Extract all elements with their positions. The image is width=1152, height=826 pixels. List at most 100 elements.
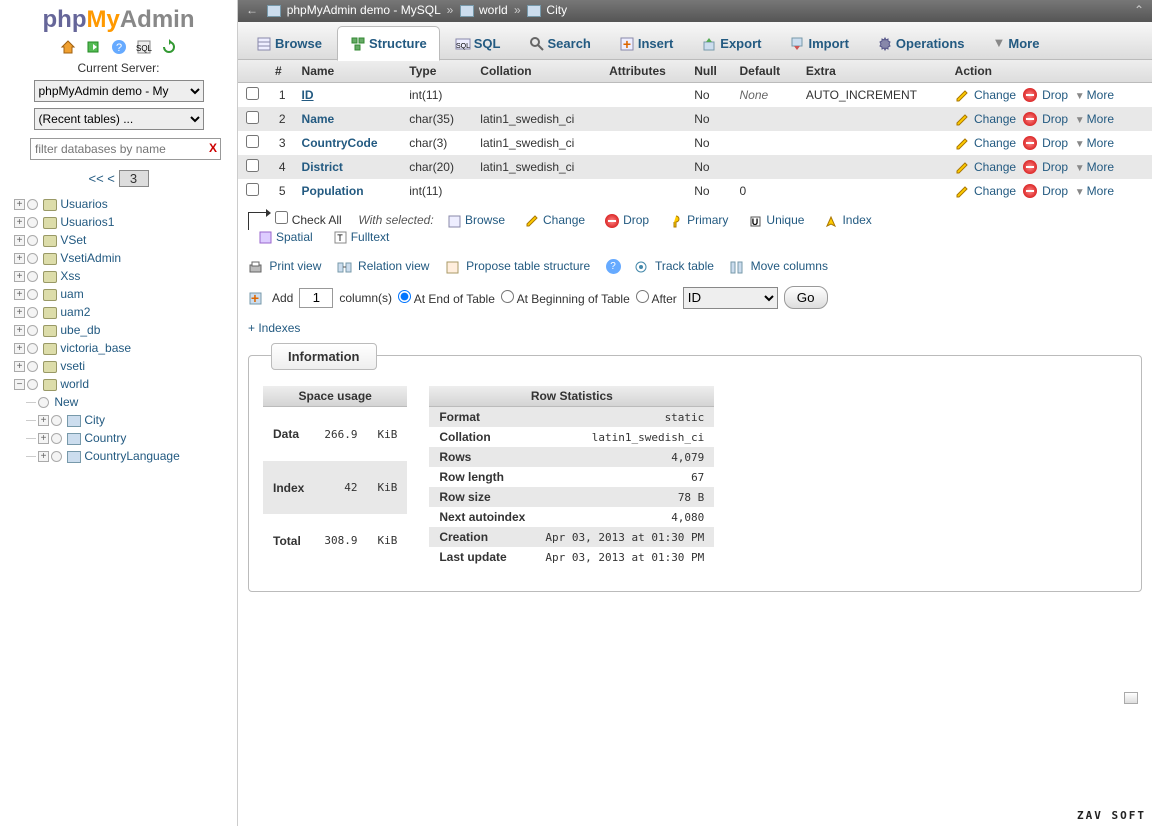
- drop-link[interactable]: Drop: [1042, 184, 1068, 198]
- propose-structure-link[interactable]: Propose table structure: [466, 259, 590, 273]
- server-select[interactable]: phpMyAdmin demo - My: [34, 80, 204, 102]
- db-tree-item[interactable]: + VsetiAdmin: [14, 249, 237, 267]
- selected-spatial[interactable]: Spatial: [258, 230, 313, 245]
- db-tree-item[interactable]: + Usuarios: [14, 195, 237, 213]
- plus-icon[interactable]: +: [38, 415, 49, 426]
- selected-browse[interactable]: Browse: [447, 213, 505, 228]
- tab-more[interactable]: ▼More: [980, 26, 1053, 60]
- breadcrumb-server[interactable]: phpMyAdmin demo - MySQL: [287, 3, 441, 17]
- more-link[interactable]: More: [1087, 160, 1114, 174]
- print-view-link[interactable]: Print view: [269, 259, 321, 273]
- table-tree-item[interactable]: + Country: [38, 429, 237, 447]
- page-select[interactable]: 3: [119, 170, 149, 187]
- more-link[interactable]: More: [1087, 112, 1114, 126]
- page-prev-link[interactable]: << <: [88, 171, 114, 186]
- tab-operations[interactable]: Operations: [864, 26, 978, 61]
- plus-icon[interactable]: +: [38, 451, 49, 462]
- db-tree-item[interactable]: − world: [14, 375, 237, 393]
- more-link[interactable]: More: [1087, 136, 1114, 150]
- db-options-icon[interactable]: [27, 361, 38, 372]
- table-options-icon[interactable]: [51, 415, 62, 426]
- column-name[interactable]: CountryCode: [302, 136, 378, 150]
- change-link[interactable]: Change: [974, 160, 1016, 174]
- selected-fulltext[interactable]: TFulltext: [333, 230, 390, 245]
- check-all[interactable]: [275, 211, 288, 224]
- drop-link[interactable]: Drop: [1042, 112, 1068, 126]
- selected-drop[interactable]: Drop: [605, 213, 649, 228]
- plus-icon[interactable]: +: [14, 253, 25, 264]
- recent-tables-select[interactable]: (Recent tables) ...: [34, 108, 204, 130]
- db-options-icon[interactable]: [27, 289, 38, 300]
- help-icon[interactable]: ?: [606, 259, 621, 274]
- collapse-icon[interactable]: ⌃: [1134, 3, 1144, 17]
- db-tree-item[interactable]: + vseti: [14, 357, 237, 375]
- db-tree-item[interactable]: + Usuarios1: [14, 213, 237, 231]
- plus-icon[interactable]: +: [14, 217, 25, 228]
- more-link[interactable]: More: [1087, 184, 1114, 198]
- after-field-select[interactable]: ID: [683, 287, 778, 309]
- go-button[interactable]: Go: [784, 286, 828, 309]
- tab-export[interactable]: Export: [688, 26, 774, 61]
- row-checkbox[interactable]: [246, 87, 259, 100]
- opt-begin[interactable]: At Beginning of Table: [501, 290, 630, 306]
- move-columns-link[interactable]: Move columns: [751, 259, 828, 273]
- db-options-icon[interactable]: [27, 307, 38, 318]
- plus-icon[interactable]: +: [14, 235, 25, 246]
- db-tree-item[interactable]: + Xss: [14, 267, 237, 285]
- column-name[interactable]: Name: [302, 112, 335, 126]
- table-tree-item[interactable]: New: [38, 393, 237, 411]
- filter-databases-input[interactable]: [30, 138, 221, 160]
- row-checkbox[interactable]: [246, 183, 259, 196]
- change-link[interactable]: Change: [974, 184, 1016, 198]
- table-options-icon[interactable]: [51, 451, 62, 462]
- db-options-icon[interactable]: [27, 217, 38, 228]
- tab-browse[interactable]: Browse: [243, 26, 335, 61]
- breadcrumb-table[interactable]: City: [546, 3, 567, 17]
- change-link[interactable]: Change: [974, 136, 1016, 150]
- db-options-icon[interactable]: [27, 325, 38, 336]
- plus-icon[interactable]: +: [14, 343, 25, 354]
- tab-search[interactable]: Search: [516, 26, 604, 61]
- plus-icon[interactable]: +: [14, 199, 25, 210]
- help-icon[interactable]: ?: [111, 39, 127, 55]
- db-tree-item[interactable]: + ube_db: [14, 321, 237, 339]
- table-options-icon[interactable]: [51, 433, 62, 444]
- reload-icon[interactable]: [161, 39, 177, 55]
- db-options-icon[interactable]: [27, 199, 38, 210]
- column-name[interactable]: Population: [302, 184, 364, 198]
- selected-primary[interactable]: Primary: [669, 213, 728, 228]
- db-options-icon[interactable]: [27, 253, 38, 264]
- selected-unique[interactable]: UUnique: [748, 213, 804, 228]
- breadcrumb-db[interactable]: world: [479, 3, 508, 17]
- relation-view-link[interactable]: Relation view: [358, 259, 429, 273]
- row-checkbox[interactable]: [246, 111, 259, 124]
- logout-icon[interactable]: [85, 39, 101, 55]
- plus-icon[interactable]: +: [38, 433, 49, 444]
- drop-link[interactable]: Drop: [1042, 88, 1068, 102]
- column-name[interactable]: District: [302, 160, 343, 174]
- tab-structure[interactable]: Structure: [337, 26, 440, 61]
- add-count-input[interactable]: [299, 288, 333, 308]
- tab-import[interactable]: Import: [776, 26, 861, 61]
- row-checkbox[interactable]: [246, 159, 259, 172]
- db-options-icon[interactable]: [27, 271, 38, 282]
- plus-icon[interactable]: +: [14, 271, 25, 282]
- db-tree-item[interactable]: + VSet: [14, 231, 237, 249]
- table-tree-item[interactable]: + City: [38, 411, 237, 429]
- plus-icon[interactable]: +: [14, 325, 25, 336]
- table-tree-item[interactable]: + CountryLanguage: [38, 447, 237, 465]
- drop-link[interactable]: Drop: [1042, 136, 1068, 150]
- row-checkbox[interactable]: [246, 135, 259, 148]
- selected-index[interactable]: Index: [824, 213, 871, 228]
- change-link[interactable]: Change: [974, 112, 1016, 126]
- plus-icon[interactable]: +: [14, 361, 25, 372]
- plus-icon[interactable]: +: [14, 307, 25, 318]
- opt-after[interactable]: After: [636, 290, 677, 306]
- change-link[interactable]: Change: [974, 88, 1016, 102]
- new-icon[interactable]: [38, 397, 49, 408]
- drop-link[interactable]: Drop: [1042, 160, 1068, 174]
- db-tree-item[interactable]: + victoria_base: [14, 339, 237, 357]
- tab-insert[interactable]: +Insert: [606, 26, 686, 61]
- tab-sql[interactable]: SQLSQL: [442, 26, 514, 61]
- clear-filter-icon[interactable]: X: [209, 141, 217, 155]
